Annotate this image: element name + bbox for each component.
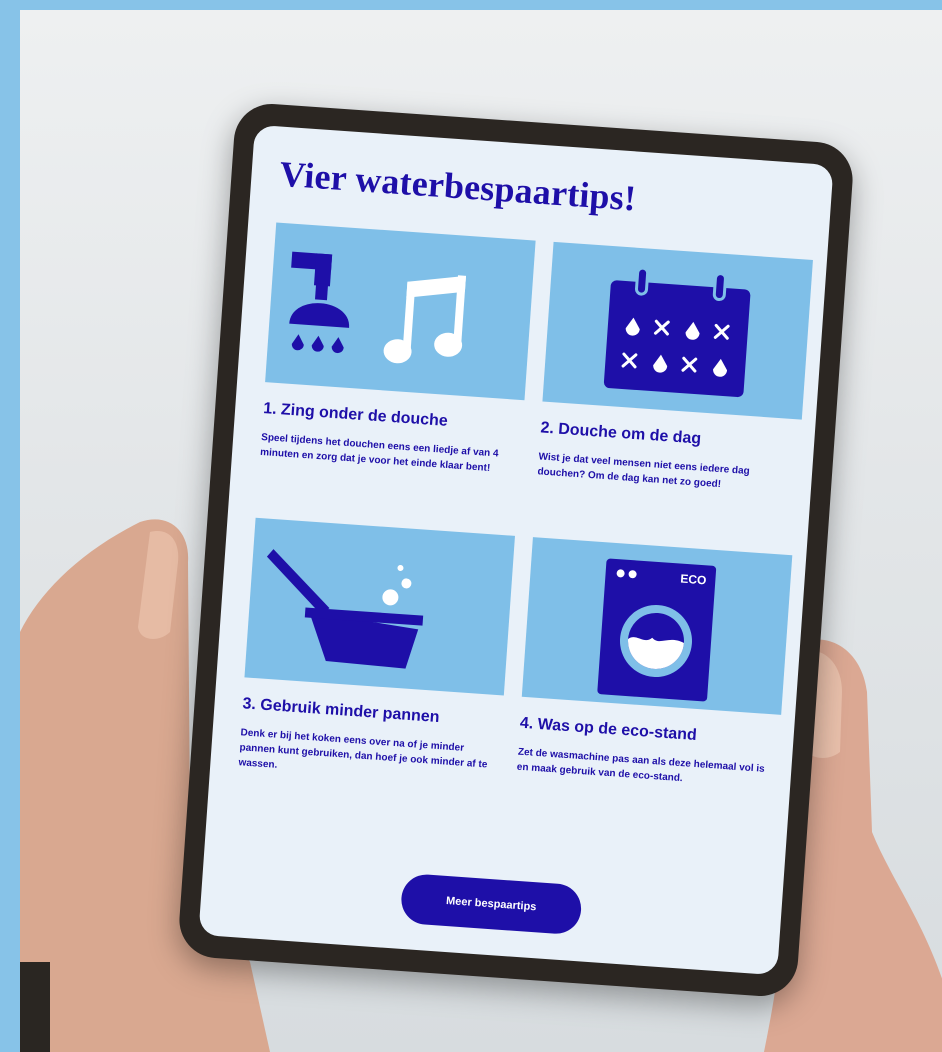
shower-music-icon xyxy=(265,222,536,401)
tip-heading-2: 2. Douche om de dag xyxy=(539,419,702,448)
tip-card-2: 2. Douche om de dag Wist je dat veel men… xyxy=(537,241,813,498)
tip-card-3: 3. Gebruik minder pannen Denk er bij het… xyxy=(238,517,515,789)
calendar-drops-icon xyxy=(542,241,813,420)
page-title: Vier waterbespaartips! xyxy=(278,153,638,219)
tip-card-4: ECO 4. Was op de eco-stand Zet de wasmac… xyxy=(516,537,793,793)
more-tips-button[interactable]: Meer bespaartips xyxy=(399,872,583,936)
tip-heading-1: 1. Zing onder de douche xyxy=(262,400,449,430)
photo: Vier waterbespaartips! 1. Zing onder de … xyxy=(20,10,942,1052)
tip-text-3: Denk er bij het koken eens over na of je… xyxy=(238,727,488,771)
pan-bubbles-icon xyxy=(244,517,515,696)
tablet-screen: Vier waterbespaartips! 1. Zing onder de … xyxy=(198,124,834,976)
tip-heading-4: 4. Was op de eco-stand xyxy=(519,714,698,745)
tip-text-4: Zet de wasmachine pas aan als deze helem… xyxy=(516,746,766,785)
washing-machine-icon: ECO xyxy=(521,537,793,715)
tip-text-2: Wist je dat veel mensen niet eens iedere… xyxy=(537,451,751,491)
tablet: Vier waterbespaartips! 1. Zing onder de … xyxy=(176,101,856,999)
tip-heading-3: 3. Gebruik minder pannen xyxy=(242,695,441,727)
eco-label: ECO xyxy=(680,572,707,588)
tip-text-1: Speel tijdens het douchen eens een liedj… xyxy=(259,431,499,474)
tip-card-1: 1. Zing onder de douche Speel tijdens he… xyxy=(260,222,536,478)
